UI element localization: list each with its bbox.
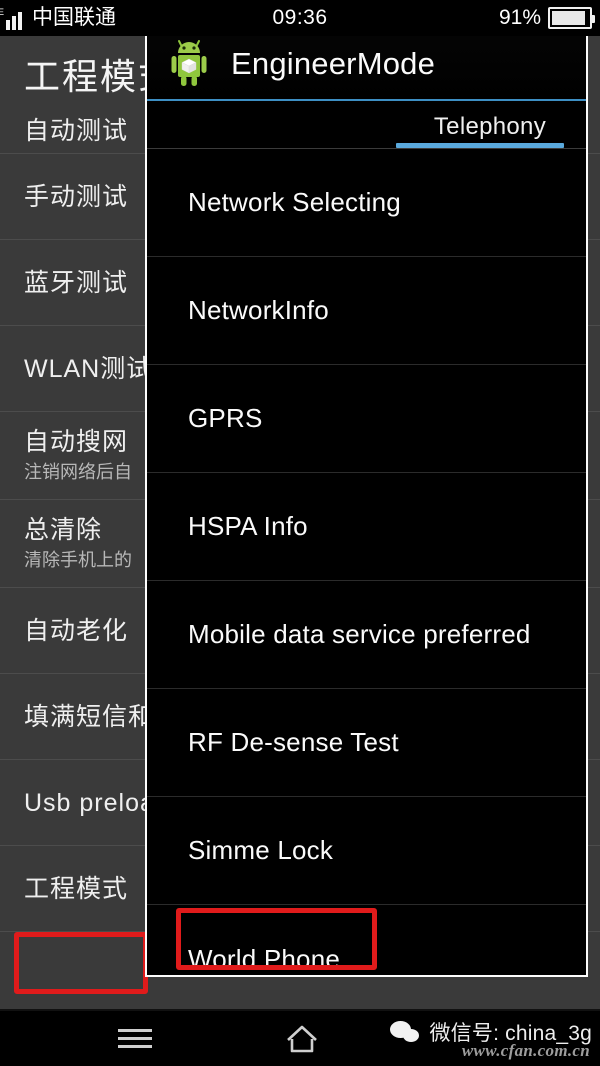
telephony-options-list: Network Selecting NetworkInfo GPRS HSPA Inf…: [147, 149, 586, 975]
wechat-icon: [390, 1021, 422, 1043]
telephony-list-item[interactable]: Simme Lock: [147, 797, 586, 905]
battery-icon: [548, 7, 595, 29]
dialog-title: EngineerMode: [231, 46, 436, 81]
telephony-list-item-label: Simme Lock: [188, 835, 334, 865]
telephony-list-item-label: HSPA Info: [188, 511, 308, 541]
dialog-header: EngineerMode: [147, 29, 586, 101]
menu-icon[interactable]: [118, 1029, 152, 1048]
system-navigation-bar: 微信号: china_3g www.cfan.com.cn: [0, 1011, 600, 1066]
status-bar-right: 91%: [498, 6, 595, 30]
highlight-box-engineer-mode: [14, 932, 148, 994]
telephony-list-item-label: GPRS: [188, 403, 263, 433]
telephony-list-item[interactable]: Mobile data service preferred: [147, 581, 586, 689]
android-robot-icon: [171, 40, 207, 86]
telephony-list-item[interactable]: RF De-sense Test: [147, 689, 586, 797]
nav-separator: [0, 1009, 600, 1011]
battery-percent-label: 91%: [498, 6, 541, 29]
telephony-list-item[interactable]: GPRS: [147, 365, 586, 473]
home-icon[interactable]: [283, 1022, 321, 1056]
engineer-mode-dialog: EngineerMode Telephony Network Selecting…: [145, 27, 588, 977]
telephony-list-item-label: Mobile data service preferred: [188, 619, 531, 649]
telephony-list-item[interactable]: HSPA Info: [147, 473, 586, 581]
site-url-watermark: www.cfan.com.cn: [461, 1041, 590, 1060]
telephony-list-item-label: NetworkInfo: [188, 295, 329, 325]
highlight-box-world-phone: [176, 908, 377, 970]
telephony-list-item[interactable]: Network Selecting: [147, 149, 586, 257]
telephony-list-item-label: RF De-sense Test: [188, 727, 399, 757]
telephony-list-item-label: Network Selecting: [188, 187, 401, 217]
status-bar: E 中国联通 09:36 91%: [0, 0, 600, 36]
telephony-list-item[interactable]: NetworkInfo: [147, 257, 586, 365]
tab-telephony[interactable]: Telephony: [395, 113, 586, 148]
dialog-tabbar: Telephony: [147, 101, 586, 149]
